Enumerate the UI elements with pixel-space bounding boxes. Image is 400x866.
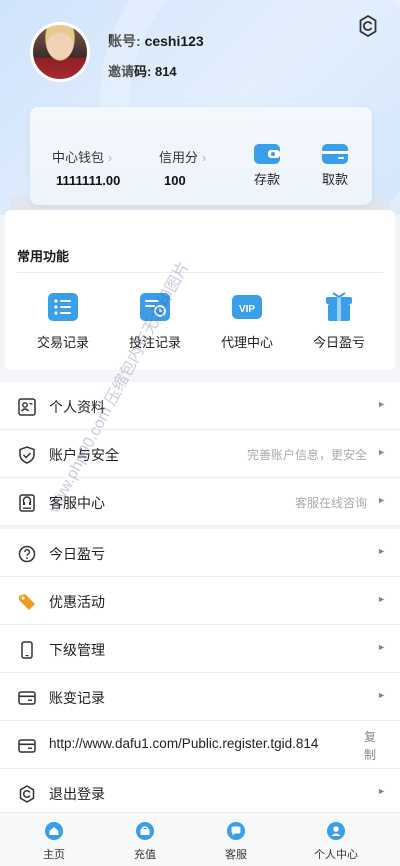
arrow-right-icon: ►: [377, 399, 386, 409]
user-icon: [327, 822, 345, 840]
headset-book-icon: [19, 494, 35, 512]
tab-personal-center[interactable]: 个人中心: [306, 821, 366, 862]
bottom-tab-bar: 主页 充值 客服 个人中心: [0, 812, 400, 866]
menu-label: 下级管理: [49, 642, 105, 658]
chat-icon: [227, 822, 245, 840]
account-label: 账号:: [108, 33, 141, 49]
menu-label: 退出登录: [49, 786, 105, 802]
withdraw-button[interactable]: 取款: [310, 143, 360, 188]
func-agent-center[interactable]: VIP 代理中心: [207, 292, 287, 351]
menu-item-today-pnl[interactable]: 今日盈亏 ►: [0, 529, 400, 577]
account-line: 账号: ceshi123: [108, 31, 204, 51]
menu-item-customer-service[interactable]: 客服中心 客服在线咨询 ►: [0, 478, 400, 526]
arrow-right-icon: ►: [377, 642, 386, 652]
svg-text:VIP: VIP: [239, 304, 255, 315]
func-today-pnl[interactable]: 今日盈亏: [299, 292, 379, 351]
invite-label: 邀请码:: [108, 64, 152, 79]
center-wallet-link[interactable]: 中心钱包 ›: [52, 147, 112, 166]
settings-icon[interactable]: [356, 14, 380, 38]
avatar[interactable]: [30, 22, 90, 82]
func-label: 交易记录: [36, 335, 89, 350]
menu-item-account-security[interactable]: 账户与安全 完善账户信息，更安全 ►: [0, 430, 400, 478]
center-wallet-value: 1111111.00: [56, 173, 121, 188]
menu-item-profile[interactable]: 个人资料 ►: [0, 382, 400, 430]
menu-label: 个人资料: [49, 399, 105, 415]
arrow-right-icon: ►: [377, 594, 386, 604]
tag-icon: [19, 594, 35, 610]
account-value: ceshi123: [144, 33, 204, 49]
arrow-right-icon: ►: [377, 546, 386, 556]
recharge-icon: [136, 822, 154, 840]
invite-line: 邀请码: 814: [108, 61, 177, 80]
chevron-right-icon: ›: [108, 151, 113, 165]
card-icon: [18, 739, 36, 753]
menu-label: 账变记录: [49, 690, 105, 706]
tab-home[interactable]: 主页: [24, 821, 84, 862]
menu-item-subordinates[interactable]: 下级管理 ►: [0, 625, 400, 673]
menu-label: 账户与安全: [49, 447, 119, 463]
func-transaction-records[interactable]: 交易记录: [23, 292, 103, 351]
card-icon: [18, 691, 36, 705]
divider: [17, 272, 383, 273]
wallet-card: 中心钱包 › 1111111.00 信用分 › 100 存款 取款: [30, 107, 372, 205]
menu-item-balance-changes[interactable]: 账变记录 ►: [0, 673, 400, 721]
deposit-button[interactable]: 存款: [242, 143, 292, 188]
tab-label: 客服: [225, 849, 247, 861]
list-icon: [48, 293, 78, 321]
menu-hint: 客服在线咨询: [294, 496, 367, 510]
arrow-right-icon: ►: [377, 447, 386, 457]
tab-label: 充值: [134, 849, 156, 861]
tab-label: 主页: [43, 849, 65, 861]
center-wallet-label: 中心钱包: [52, 150, 105, 165]
invite-link-url: http://www.dafu1.com/Public.register.tgi…: [49, 736, 319, 751]
deposit-label: 存款: [253, 172, 280, 187]
gift-icon: [326, 292, 352, 321]
invite-code: 814: [154, 64, 177, 79]
menu-label: 今日盈亏: [49, 546, 105, 562]
func-label: 代理中心: [220, 335, 273, 350]
chevron-right-icon: ›: [202, 151, 207, 165]
credit-link[interactable]: 信用分 ›: [159, 147, 206, 166]
logout-gear-icon: [19, 785, 35, 803]
home-icon: [45, 822, 63, 840]
id-card-icon: [18, 398, 36, 416]
arrow-right-icon: ►: [377, 495, 386, 505]
func-label: 今日盈亏: [312, 335, 365, 350]
withdraw-label: 取款: [321, 172, 348, 187]
question-circle-icon: [18, 545, 36, 563]
wallet-icon: [254, 144, 280, 164]
menu-item-promotions[interactable]: 优惠活动 ►: [0, 577, 400, 625]
card-icon: [322, 144, 348, 164]
func-label: 投注记录: [128, 335, 181, 350]
shield-check-icon: [19, 446, 35, 464]
menu-label: 优惠活动: [49, 594, 105, 610]
bet-clock-icon: [140, 293, 170, 321]
credit-label: 信用分: [159, 150, 199, 165]
menu-label: 客服中心: [49, 495, 105, 511]
credit-value: 100: [164, 173, 186, 188]
arrow-right-icon: ►: [377, 786, 386, 796]
copy-button[interactable]: 复制: [364, 728, 378, 764]
section-title: 常用功能: [17, 249, 70, 264]
menu-hint: 完善账户信息，更安全: [246, 448, 367, 462]
menu-item-invite-link[interactable]: http://www.dafu1.com/Public.register.tgi…: [0, 721, 400, 769]
menu-item-logout[interactable]: 退出登录 ►: [0, 769, 400, 817]
tab-label: 个人中心: [314, 849, 358, 861]
phone-icon: [21, 641, 33, 659]
func-bet-records[interactable]: 投注记录: [115, 292, 195, 351]
common-functions-section: 常用功能 交易记录 投注记录 VIP 代理中心 今日盈亏: [5, 210, 395, 370]
vip-icon: VIP: [232, 295, 262, 319]
tab-recharge[interactable]: 充值: [115, 821, 175, 862]
arrow-right-icon: ►: [377, 690, 386, 700]
tab-service[interactable]: 客服: [206, 821, 266, 862]
